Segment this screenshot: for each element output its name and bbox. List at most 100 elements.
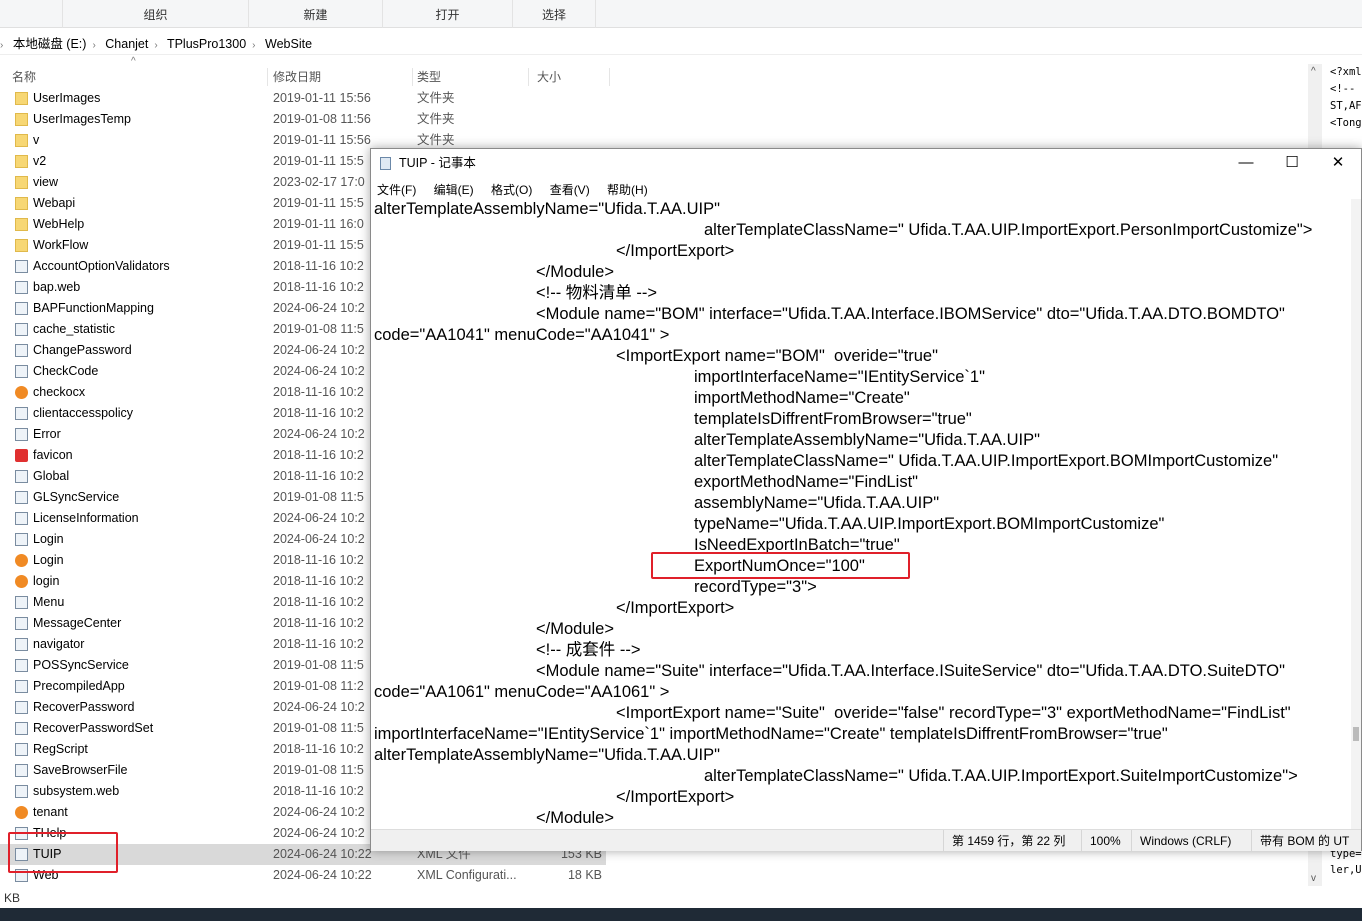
text-line: code="AA1061" menuCode="AA1061" > (374, 683, 670, 701)
maximize-button[interactable]: ☐ (1269, 149, 1315, 179)
file-date: 2019-01-08 11:5 (273, 658, 364, 672)
preview-line: ler,U (1330, 864, 1362, 876)
file-date: 2018-11-16 10:2 (273, 595, 364, 609)
text-line: <!-- 成套件 --> (536, 641, 641, 659)
file-date: 2019-01-08 11:5 (273, 490, 364, 504)
file-name: PrecompiledApp (33, 679, 125, 693)
folder-icon (15, 176, 28, 189)
folder-icon (15, 92, 28, 105)
file-icon (15, 554, 28, 567)
notepad-title-bar[interactable]: TUIP - 记事本 — ☐ ✕ (371, 149, 1361, 179)
file-icon (15, 428, 28, 441)
scrollbar-thumb[interactable] (1353, 727, 1359, 741)
menu-view[interactable]: 查看(V) (550, 183, 590, 197)
menu-file[interactable]: 文件(F) (377, 183, 416, 197)
chevron-right-icon: › (0, 40, 4, 51)
minimize-button[interactable]: — (1223, 149, 1269, 179)
file-name: UserImages (33, 91, 101, 105)
close-button[interactable]: ✕ (1315, 149, 1361, 179)
column-header-size[interactable]: 大小 (537, 68, 610, 86)
text-editor[interactable]: alterTemplateAssemblyName="Ufida.T.AA.UI… (371, 199, 1353, 829)
file-icon (15, 491, 28, 504)
file-date: 2019-01-08 11:5 (273, 721, 364, 735)
file-name: RegScript (33, 742, 88, 756)
text-line: typeName="Ufida.T.AA.UIP.ImportExport.BO… (694, 515, 1165, 533)
column-header-type[interactable]: 类型 (417, 68, 529, 86)
text-line: </Module> (536, 620, 614, 638)
file-name: navigator (33, 637, 85, 651)
text-line: exportMethodName="FindList" (694, 473, 919, 491)
text-line: assemblyName="Ufida.T.AA.UIP" (694, 494, 940, 512)
file-date: 2024-06-24 10:2 (273, 511, 365, 525)
column-header-date[interactable]: 修改日期 (273, 68, 413, 86)
ribbon-tab-select[interactable]: 选择 (512, 0, 596, 28)
text-line: alterTemplateAssemblyName="Ufida.T.AA.UI… (694, 431, 1040, 449)
breadcrumb[interactable]: › 本地磁盘 (E:) › Chanjet › TPlusPro1300 › WebS… (0, 33, 1362, 55)
breadcrumb-item[interactable]: WebSite (265, 37, 312, 51)
preview-line: ST,AF (1330, 100, 1362, 112)
file-date: 2018-11-16 10:2 (273, 469, 364, 483)
file-icon (15, 344, 28, 357)
encoding: 带有 BOM 的 UT (1251, 830, 1349, 852)
breadcrumb-item[interactable]: 本地磁盘 (E:) (13, 37, 87, 51)
file-name: Login (33, 532, 64, 546)
text-line: <ImportExport name="BOM" overide="true" (616, 347, 938, 365)
file-date: 2019-01-11 15:5 (273, 154, 364, 168)
file-icon (15, 638, 28, 651)
file-name: subsystem.web (33, 784, 120, 798)
file-date: 2018-11-16 10:2 (273, 616, 364, 630)
file-name: login (33, 574, 60, 588)
file-name: v (33, 133, 40, 147)
ribbon-tab-organize[interactable]: 组织 (62, 0, 248, 28)
file-name: WebHelp (33, 217, 85, 231)
file-icon (15, 575, 28, 588)
file-name: tenant (33, 805, 68, 819)
text-line: alterTemplateAssemblyName="Ufida.T.AA.UI… (374, 746, 720, 764)
sort-ascending-icon: ^ (131, 56, 136, 67)
file-name: RecoverPassword (33, 700, 135, 714)
file-icon (15, 281, 28, 294)
menu-help[interactable]: 帮助(H) (607, 183, 648, 197)
file-date: 2024-06-24 10:2 (273, 343, 365, 357)
text-line: recordType="3"> (694, 578, 817, 596)
notepad-status-bar: 第 1459 行，第 22 列 100% Windows (CRLF) 带有 B… (371, 829, 1361, 852)
editor-scrollbar[interactable] (1351, 199, 1361, 829)
file-icon (15, 701, 28, 714)
file-date: 2019-01-08 11:5 (273, 763, 364, 777)
file-row[interactable]: UserImagesTemp 2019-01-08 11:56 文件夹 (0, 109, 606, 130)
file-date: 2018-11-16 10:2 (273, 742, 364, 756)
file-icon (15, 323, 28, 336)
menu-bar: 文件(F) 编辑(E) 格式(O) 查看(V) 帮助(H) (377, 180, 662, 200)
preview-line: <!-- (1330, 83, 1356, 95)
file-name: CheckCode (33, 364, 99, 378)
ribbon-tab-new[interactable]: 新建 (248, 0, 382, 28)
breadcrumb-item[interactable]: Chanjet (105, 37, 148, 51)
text-line: templateIsDiffrentFromBrowser="true" (694, 410, 972, 428)
highlight-box-exportnumonce (651, 552, 910, 579)
file-row[interactable]: UserImages 2019-01-11 15:56 文件夹 (0, 88, 606, 109)
file-date: 2024-06-24 10:2 (273, 427, 365, 441)
menu-edit[interactable]: 编辑(E) (434, 183, 474, 197)
file-name: SaveBrowserFile (33, 763, 128, 777)
breadcrumb-item[interactable]: TPlusPro1300 (167, 37, 246, 51)
taskbar (0, 908, 1362, 921)
file-icon (15, 596, 28, 609)
chevron-right-icon: › (252, 40, 256, 51)
file-name: LicenseInformation (33, 511, 139, 525)
file-icon (15, 617, 28, 630)
file-name: RecoverPasswordSet (33, 721, 154, 735)
chevron-right-icon: › (154, 40, 158, 51)
file-icon (15, 260, 28, 273)
file-name: bap.web (33, 280, 81, 294)
file-date: 2019-01-11 15:5 (273, 196, 364, 210)
file-name: cache_statistic (33, 322, 115, 336)
file-date: 2018-11-16 10:2 (273, 406, 364, 420)
ribbon-tab-open[interactable]: 打开 (382, 0, 512, 28)
file-name: view (33, 175, 59, 189)
file-name: Error (33, 427, 61, 441)
file-date: 2019-01-11 15:5 (273, 238, 364, 252)
text-line: <!-- 物料清单 --> (536, 284, 658, 302)
column-header-name[interactable]: 名称 (12, 68, 268, 86)
file-date: 2024-06-24 10:2 (273, 301, 365, 315)
menu-format[interactable]: 格式(O) (491, 183, 532, 197)
